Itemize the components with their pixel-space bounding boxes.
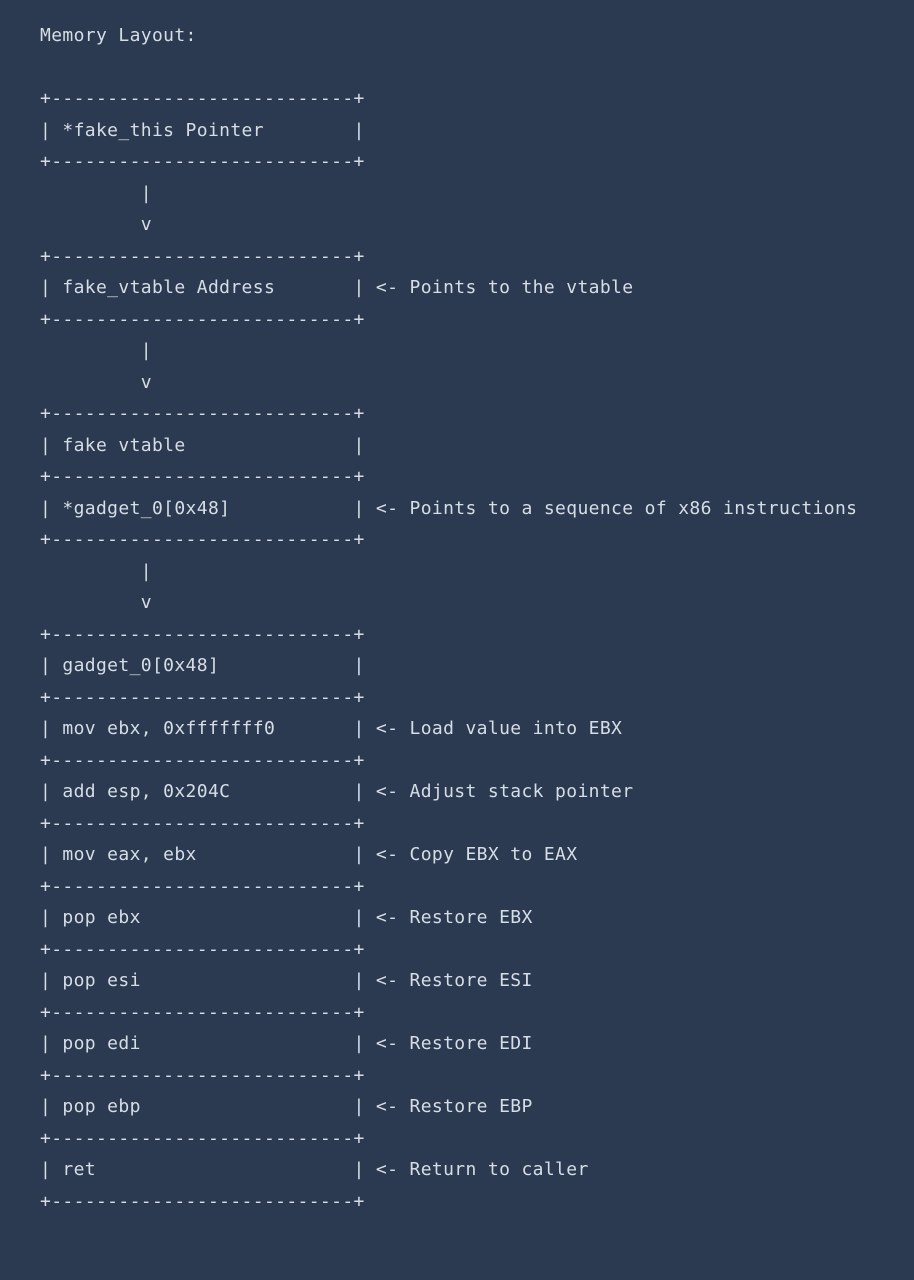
memory-layout-diagram: Memory Layout: +------------------------…	[0, 0, 914, 1237]
